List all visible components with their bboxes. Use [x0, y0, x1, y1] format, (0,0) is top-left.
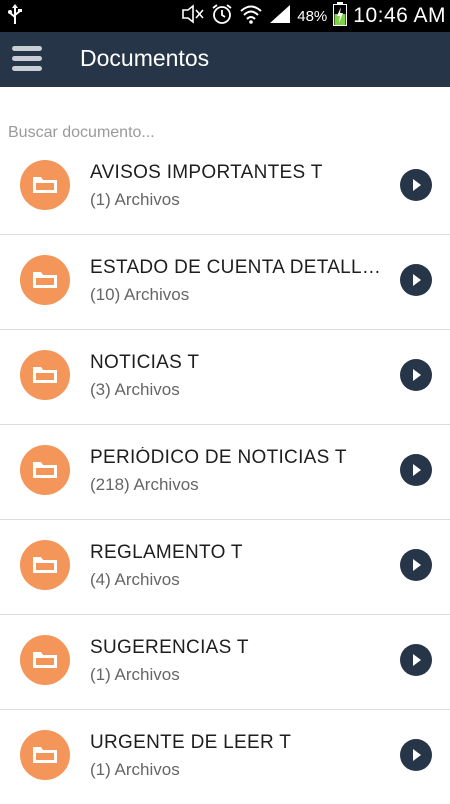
folder-name: SUGERENCIAS T [90, 637, 249, 658]
chevron-right-icon[interactable] [400, 644, 432, 676]
folder-row[interactable]: AVISOS IMPORTANTES T (1) Archivos [0, 140, 450, 235]
folder-name: URGENTE DE LEER T [90, 732, 292, 753]
file-count: (10) Archivos [90, 285, 190, 304]
app-bar: Documentos [0, 32, 450, 87]
usb-icon [8, 4, 22, 31]
folder-row[interactable]: ESTADO DE CUENTA DETALLADO T (10) Archiv… [0, 235, 450, 330]
battery-charging-icon [333, 1, 348, 31]
folder-icon [20, 350, 70, 400]
wifi-icon [239, 4, 263, 29]
chevron-right-icon[interactable] [400, 169, 432, 201]
folder-icon [20, 635, 70, 685]
status-bar: 48% 10:46 AM [0, 0, 450, 32]
folder-row[interactable]: URGENTE DE LEER T (1) Archivos [0, 710, 450, 804]
chevron-right-icon[interactable] [400, 359, 432, 391]
file-count: (3) Archivos [90, 380, 180, 399]
mute-icon [181, 3, 205, 29]
folder-row[interactable]: REGLAMENTO T (4) Archivos [0, 520, 450, 615]
chevron-right-icon[interactable] [400, 549, 432, 581]
folder-name: AVISOS IMPORTANTES T [90, 162, 323, 183]
file-count: (1) Archivos [90, 760, 180, 779]
battery-percent: 48% [297, 7, 328, 25]
alarm-icon [211, 3, 233, 30]
folder-icon [20, 160, 70, 210]
folder-icon [20, 445, 70, 495]
page-title: Documentos [80, 45, 210, 71]
folder-name: PERIÓDICO DE NOTICIAS T [90, 447, 347, 468]
file-count: (4) Archivos [90, 570, 180, 589]
chevron-right-icon[interactable] [400, 739, 432, 771]
folder-list: AVISOS IMPORTANTES T (1) Archivos ESTADO… [0, 140, 450, 804]
folder-name: ESTADO DE CUENTA DETALLADO T [90, 257, 386, 278]
folder-icon [20, 255, 70, 305]
file-count: (1) Archivos [90, 190, 180, 209]
folder-name: NOTICIAS T [90, 352, 200, 373]
folder-row[interactable]: PERIÓDICO DE NOTICIAS T (218) Archivos [0, 425, 450, 520]
clock: 10:46 AM [353, 4, 446, 27]
folder-name: REGLAMENTO T [90, 542, 243, 563]
folder-row[interactable]: NOTICIAS T (3) Archivos [0, 330, 450, 425]
signal-icon [269, 4, 291, 29]
folder-icon [20, 730, 70, 780]
chevron-right-icon[interactable] [400, 264, 432, 296]
chevron-right-icon[interactable] [400, 454, 432, 486]
file-count: (218) Archivos [90, 475, 199, 494]
folder-row[interactable]: SUGERENCIAS T (1) Archivos [0, 615, 450, 710]
hamburger-menu-icon[interactable] [10, 43, 44, 75]
file-count: (1) Archivos [90, 665, 180, 684]
folder-icon [20, 540, 70, 590]
